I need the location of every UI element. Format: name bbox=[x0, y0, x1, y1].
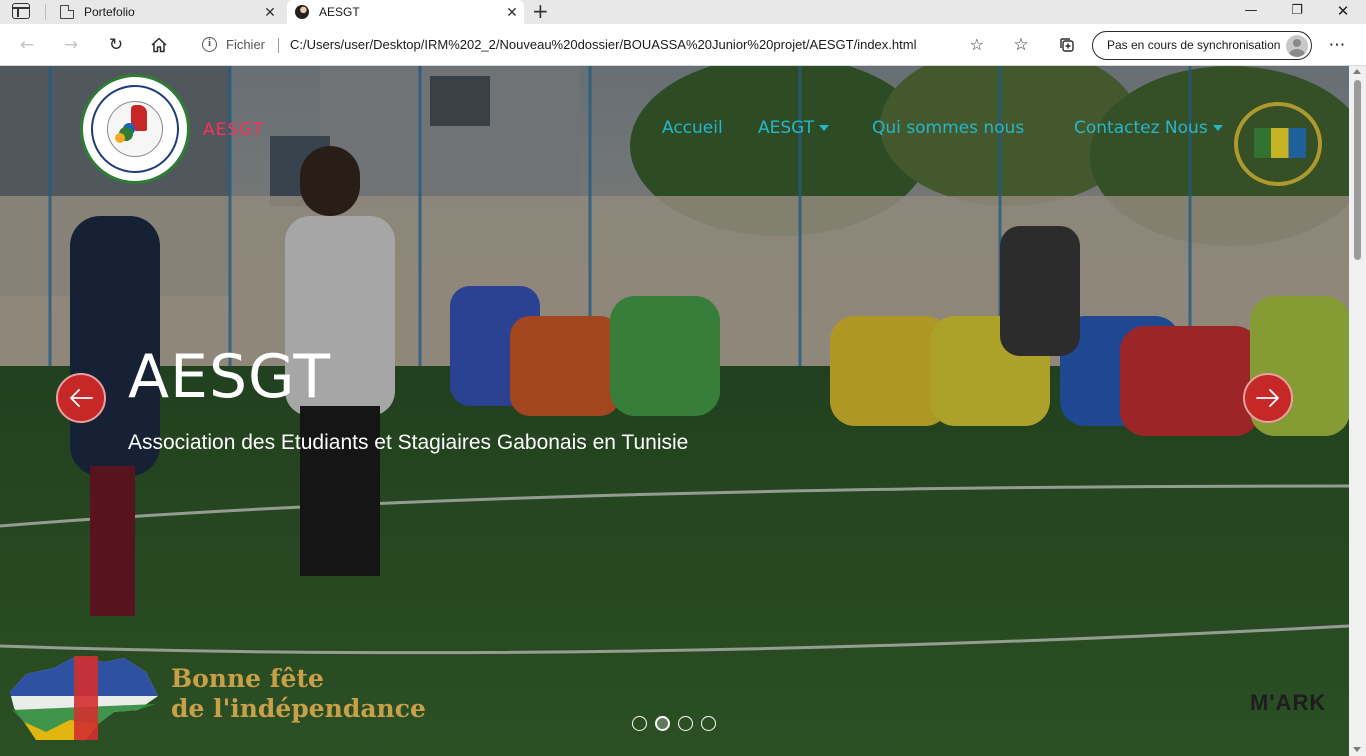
nav-item-aesgt[interactable]: AESGT bbox=[758, 118, 830, 138]
new-tab-icon[interactable]: + bbox=[532, 0, 549, 22]
flag-emblem-icon bbox=[1254, 128, 1306, 158]
browser-toolbar: ← → ↻ i Fichier C:/Users/user/Desktop/IR… bbox=[0, 24, 1366, 66]
arrow-right-icon bbox=[1256, 389, 1279, 407]
carousel-indicator-active[interactable] bbox=[655, 716, 670, 731]
banner-line-1: Bonne fête bbox=[171, 664, 324, 693]
logo-dot-yellow bbox=[115, 133, 125, 143]
arrow-left-icon bbox=[70, 389, 93, 407]
info-icon[interactable]: i bbox=[202, 37, 217, 52]
nav-label: Accueil bbox=[662, 118, 723, 138]
tab-portefolio[interactable]: Portefolio ✕ bbox=[52, 0, 282, 24]
scroll-up-icon[interactable] bbox=[1353, 69, 1361, 74]
caret-down-icon bbox=[819, 125, 830, 131]
tab-title: Portefolio bbox=[84, 5, 135, 19]
caret-down-icon bbox=[1212, 125, 1223, 131]
minimize-icon[interactable]: — bbox=[1228, 0, 1274, 24]
close-window-icon[interactable]: ✕ bbox=[1320, 0, 1366, 24]
home-icon[interactable] bbox=[146, 32, 172, 58]
nav-label: Qui sommes nous bbox=[872, 118, 1025, 138]
gabon-emblem bbox=[1234, 102, 1322, 186]
favorites-icon[interactable]: ☆ bbox=[1008, 32, 1034, 58]
scrollbar-thumb[interactable] bbox=[1354, 80, 1361, 260]
nav-item-qui-sommes-nous[interactable]: Qui sommes nous bbox=[872, 118, 1024, 138]
car-map-flag-icon bbox=[10, 656, 158, 740]
carousel-prev-button[interactable] bbox=[56, 373, 106, 423]
profile-avatar-icon bbox=[1286, 35, 1308, 57]
scroll-down-icon[interactable] bbox=[1353, 747, 1361, 752]
browser-tab-bar: Portefolio ✕ AESGT ✕ + — ❐ ✕ bbox=[0, 0, 1366, 24]
carousel-caption-title: AESGT bbox=[128, 342, 332, 412]
nav-item-accueil[interactable]: Accueil bbox=[662, 118, 723, 138]
restore-icon[interactable]: ❐ bbox=[1274, 0, 1320, 24]
more-options-icon[interactable]: ⋯ bbox=[1324, 32, 1350, 58]
profile-sync-button[interactable]: Pas en cours de synchronisation bbox=[1092, 31, 1312, 60]
carousel-indicator[interactable] bbox=[632, 716, 647, 731]
brand-name[interactable]: AESGT bbox=[203, 120, 264, 140]
carousel-indicator[interactable] bbox=[701, 716, 716, 731]
carousel-caption-subtitle: Association des Etudiants et Stagiaires … bbox=[128, 431, 689, 454]
aesgt-logo[interactable] bbox=[80, 74, 190, 184]
independence-banner: Bonne fête de l'indépendance bbox=[0, 646, 470, 756]
banner-line-2: de l'indépendance bbox=[171, 694, 426, 723]
forward-arrow-icon[interactable]: → bbox=[58, 32, 84, 58]
tab-title: AESGT bbox=[319, 5, 360, 19]
close-tab-icon[interactable]: ✕ bbox=[500, 4, 524, 21]
nav-label: AESGT bbox=[758, 118, 815, 138]
tab-separator bbox=[45, 4, 46, 20]
address-scheme-label: Fichier bbox=[226, 37, 266, 52]
page-viewport: AESGT Accueil AESGT Qui sommes nous Cont… bbox=[0, 66, 1366, 756]
photographer-watermark: M'ARK bbox=[1250, 690, 1327, 715]
hero-carousel: AESGT Accueil AESGT Qui sommes nous Cont… bbox=[0, 66, 1349, 756]
tab-aesgt[interactable]: AESGT ✕ bbox=[287, 0, 524, 24]
document-icon bbox=[60, 5, 74, 19]
carousel-indicators bbox=[632, 716, 716, 731]
sync-label: Pas en cours de synchronisation bbox=[1107, 38, 1281, 52]
refresh-icon[interactable]: ↻ bbox=[103, 32, 129, 58]
nav-item-contactez-nous[interactable]: Contactez Nous bbox=[1074, 118, 1223, 138]
tab-favicon-icon bbox=[295, 5, 309, 19]
address-url[interactable]: C:/Users/user/Desktop/IRM%202_2/Nouveau%… bbox=[290, 37, 916, 52]
close-tab-icon[interactable]: ✕ bbox=[258, 4, 282, 21]
address-bar[interactable]: i Fichier C:/Users/user/Desktop/IRM%202_… bbox=[188, 29, 994, 61]
back-arrow-icon[interactable]: ← bbox=[14, 32, 40, 58]
page-scrollbar[interactable] bbox=[1349, 66, 1366, 756]
collections-icon[interactable] bbox=[1054, 32, 1080, 58]
tab-actions-icon[interactable] bbox=[12, 3, 30, 19]
add-favorite-icon[interactable]: ☆ bbox=[970, 35, 984, 54]
nav-label: Contactez Nous bbox=[1074, 118, 1208, 138]
address-divider bbox=[278, 38, 279, 53]
carousel-next-button[interactable] bbox=[1243, 373, 1293, 423]
carousel-indicator[interactable] bbox=[678, 716, 693, 731]
